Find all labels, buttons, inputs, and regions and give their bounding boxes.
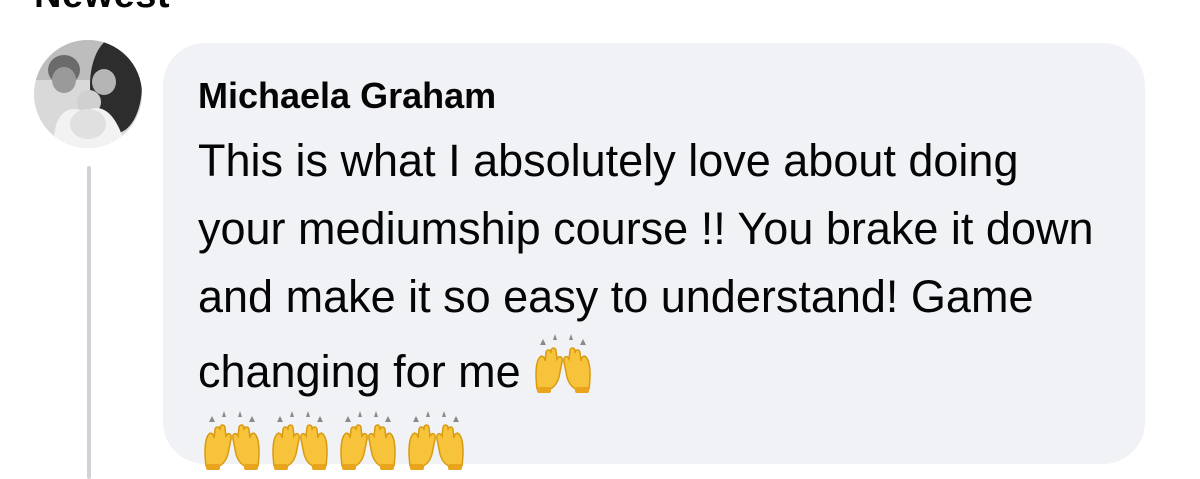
- comment-bubble: Michaela Graham This is what I absolutel…: [163, 43, 1145, 470]
- raising-hands-icon: [529, 331, 597, 397]
- thread-connector-line: [87, 166, 91, 479]
- raising-hands-icon: [198, 408, 266, 474]
- comment-body-text: This is what I absolutely love about doi…: [198, 127, 1103, 406]
- comments-sort-label[interactable]: Newest: [34, 0, 170, 17]
- avatar-photo-icon: [34, 40, 142, 148]
- raising-hands-icon: [266, 408, 334, 474]
- comment-text: This is what I absolutely love about doi…: [198, 135, 1094, 397]
- raising-hands-icon: [402, 408, 470, 474]
- raising-hands-icon: [334, 408, 402, 474]
- comment-author-name[interactable]: Michaela Graham: [198, 71, 1109, 121]
- trailing-emoji-row: [198, 408, 1109, 474]
- author-avatar[interactable]: [34, 40, 142, 148]
